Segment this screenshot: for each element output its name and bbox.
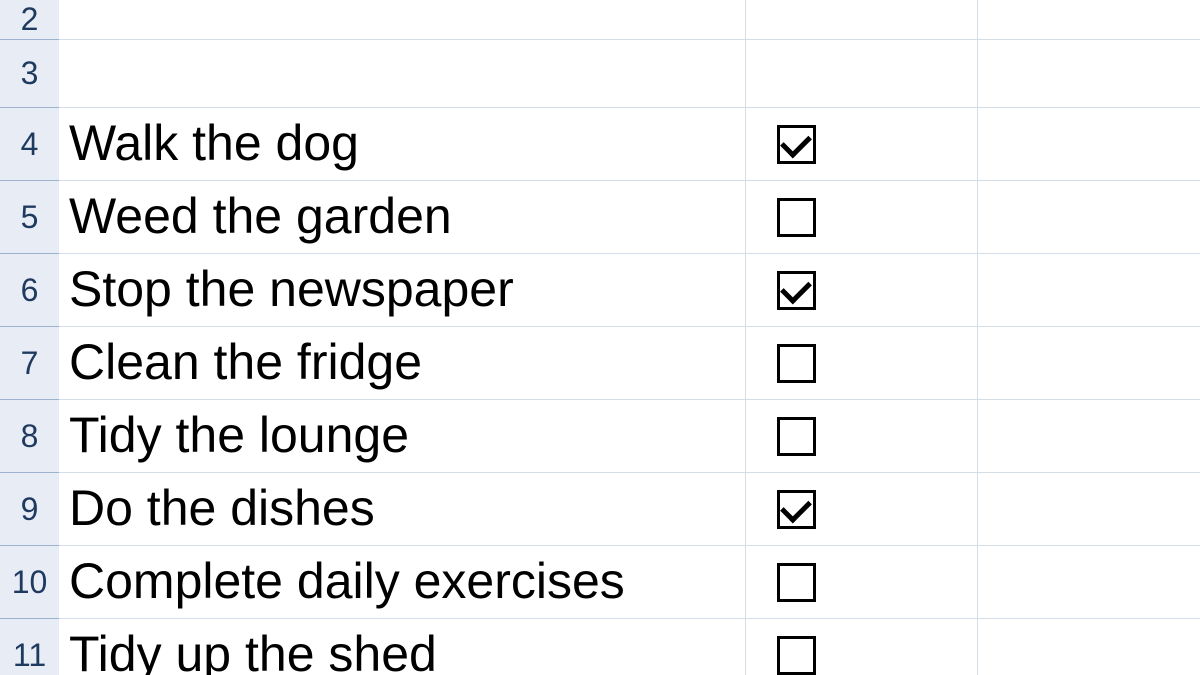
row-header[interactable]: 7	[0, 327, 59, 400]
cells-area[interactable]: Walk the dog Weed the garden Stop the news…	[59, 0, 1200, 675]
task-checkbox[interactable]	[777, 490, 816, 529]
gridline-horizontal	[59, 107, 1200, 108]
task-text[interactable]: Clean the fridge	[69, 337, 422, 387]
task-text[interactable]: Walk the dog	[69, 118, 359, 168]
gridline-horizontal	[59, 326, 1200, 327]
task-checkbox[interactable]	[777, 271, 816, 310]
task-text[interactable]: Weed the garden	[69, 191, 452, 241]
gridline-horizontal	[59, 39, 1200, 40]
task-text[interactable]: Stop the newspaper	[69, 264, 514, 314]
gridline-horizontal	[59, 618, 1200, 619]
gridline-horizontal	[59, 545, 1200, 546]
task-checkbox[interactable]	[777, 198, 816, 237]
task-checkbox[interactable]	[777, 563, 816, 602]
row-header[interactable]: 5	[0, 181, 59, 254]
task-text[interactable]: Tidy the lounge	[69, 410, 409, 460]
gridline-horizontal	[59, 253, 1200, 254]
task-checkbox[interactable]	[777, 125, 816, 164]
gridline-vertical	[977, 0, 978, 675]
gridline-horizontal	[59, 399, 1200, 400]
task-checkbox[interactable]	[777, 417, 816, 456]
row-header[interactable]: 4	[0, 108, 59, 181]
row-header[interactable]: 11	[0, 619, 59, 675]
row-header[interactable]: 3	[0, 40, 59, 108]
task-checkbox[interactable]	[777, 344, 816, 383]
task-text[interactable]: Tidy up the shed	[69, 629, 437, 675]
task-text[interactable]: Complete daily exercises	[69, 556, 625, 606]
row-header[interactable]: 9	[0, 473, 59, 546]
task-text[interactable]: Do the dishes	[69, 483, 375, 533]
gridline-horizontal	[59, 472, 1200, 473]
task-checkbox[interactable]	[777, 636, 816, 675]
row-header[interactable]: 2	[0, 0, 59, 40]
gridline-vertical	[745, 0, 746, 675]
row-header[interactable]: 8	[0, 400, 59, 473]
spreadsheet-grid: 234567891011 Walk the dog Weed the garden…	[0, 0, 1200, 675]
row-header[interactable]: 6	[0, 254, 59, 327]
row-header[interactable]: 10	[0, 546, 59, 619]
gridline-horizontal	[59, 180, 1200, 181]
